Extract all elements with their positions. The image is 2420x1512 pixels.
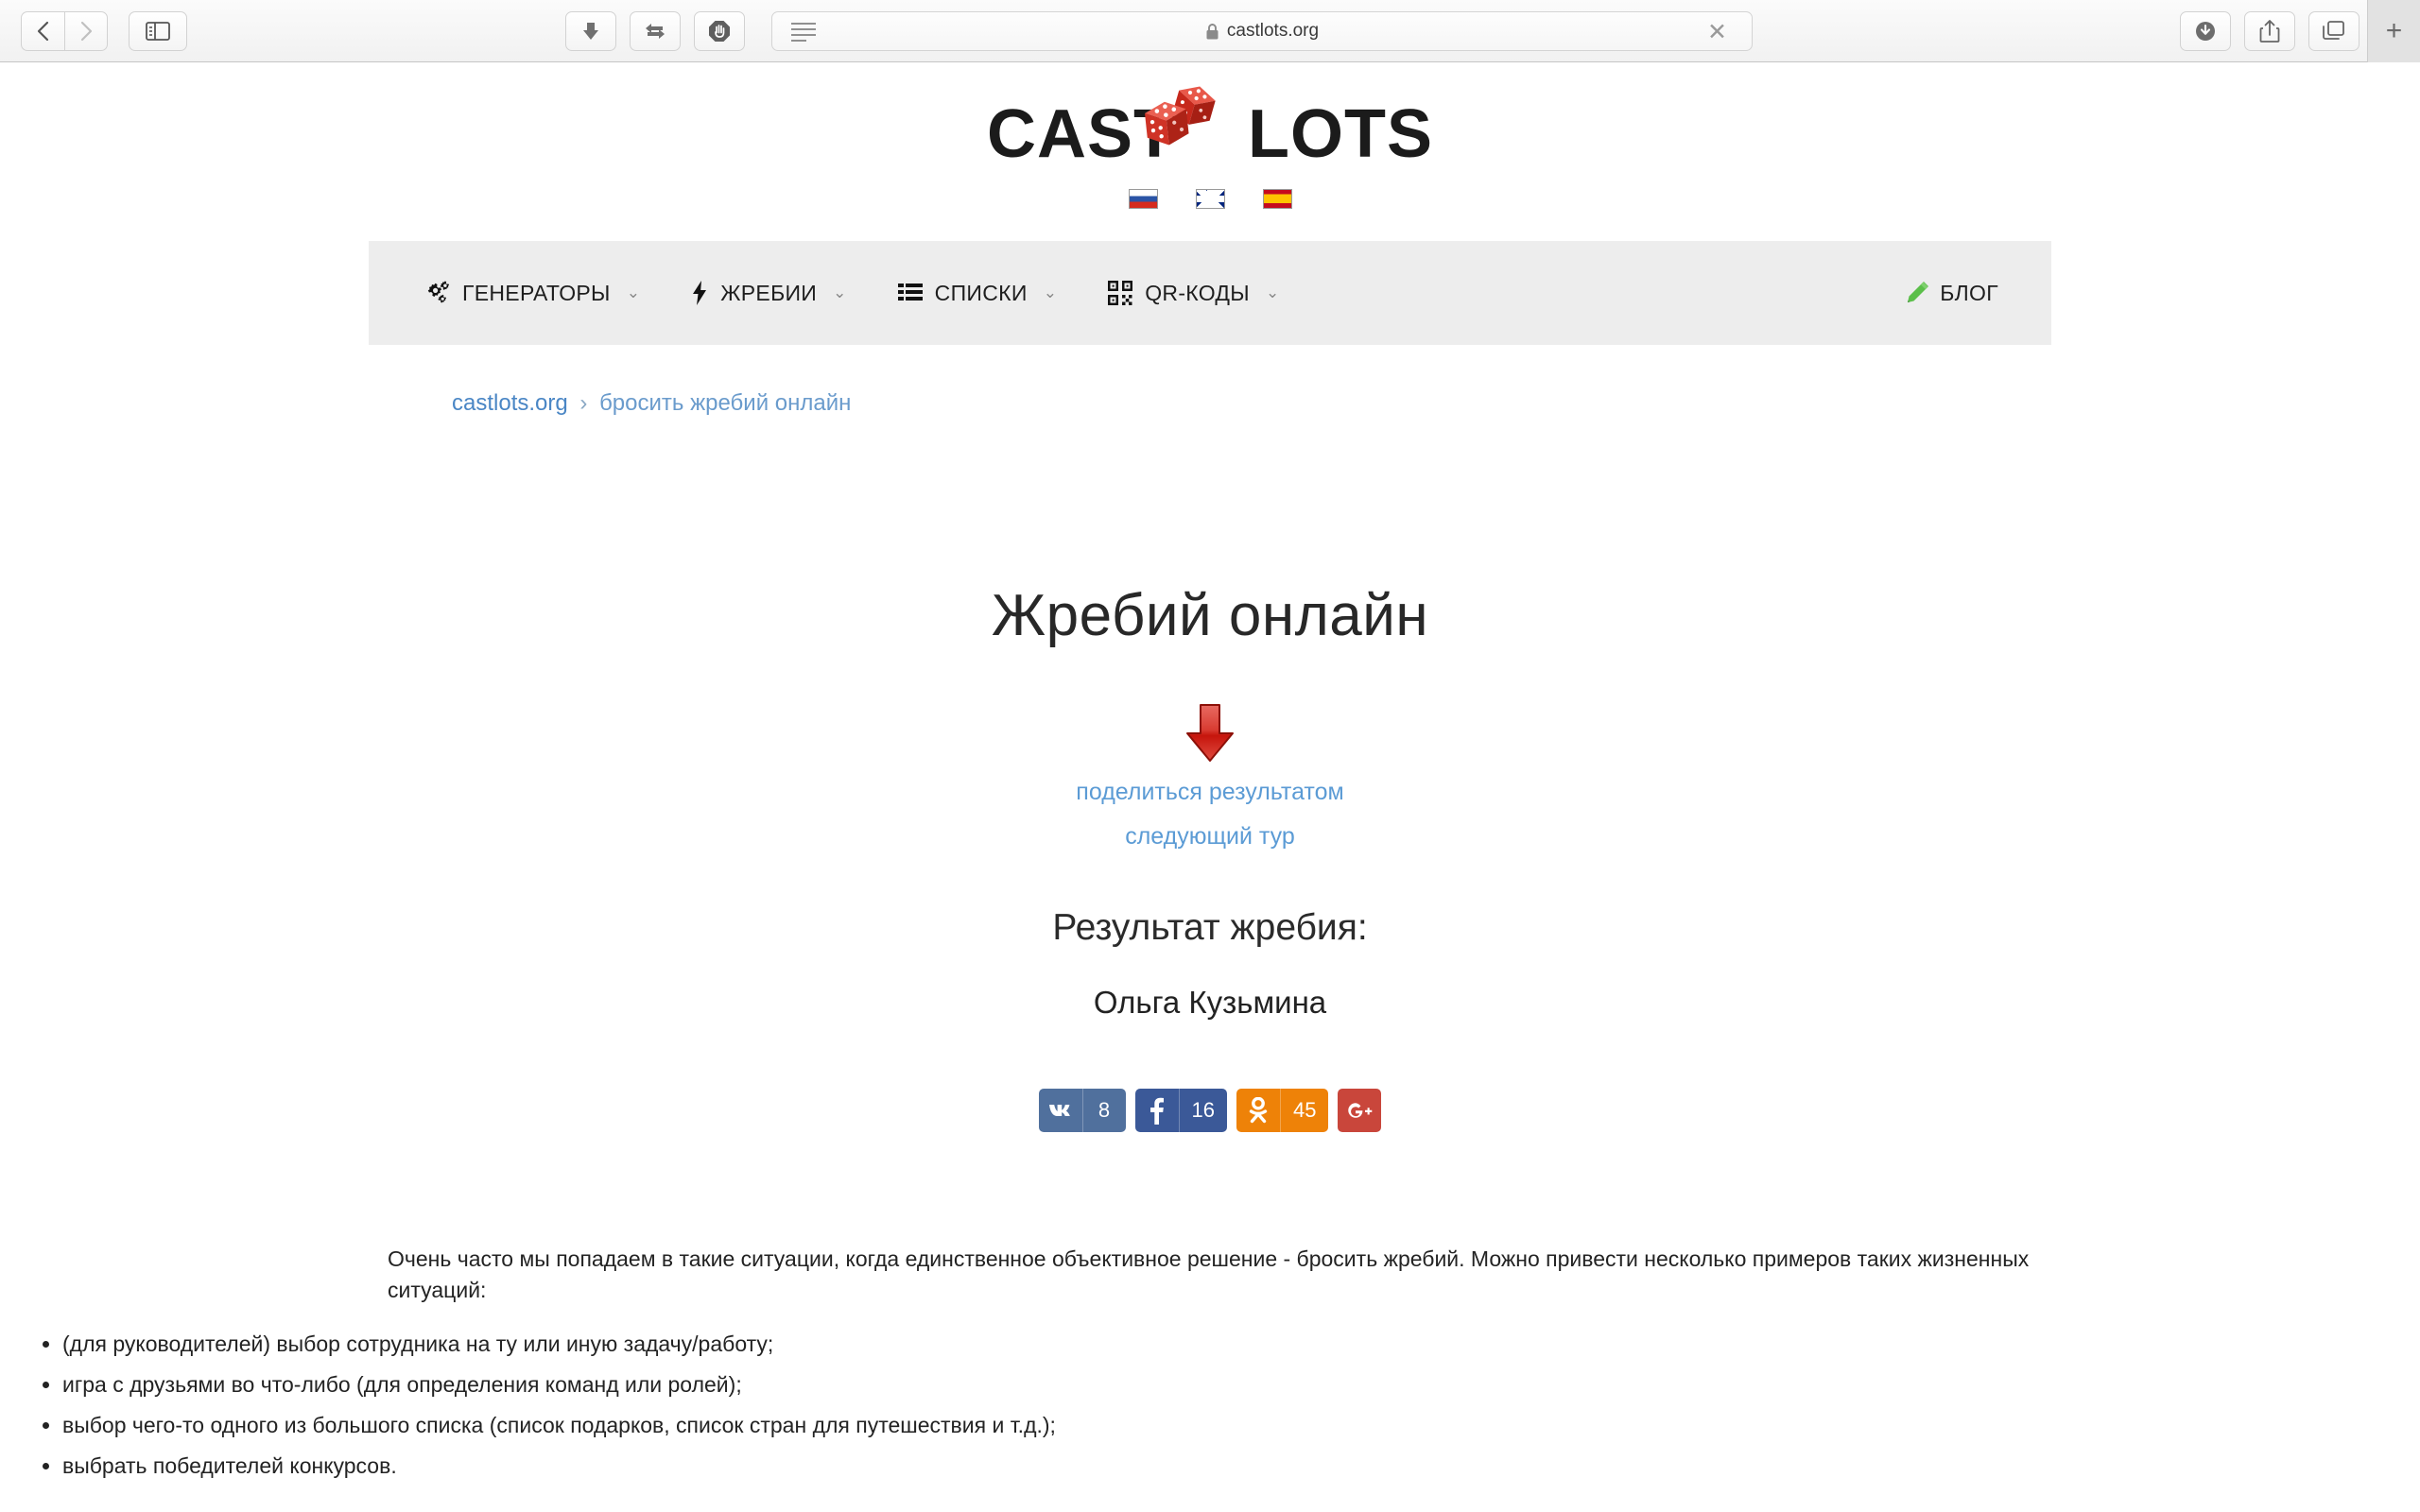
- clear-x-icon[interactable]: ✕: [1707, 21, 1727, 44]
- nav-item-qr-codes[interactable]: QR-КОДЫ ⌄: [1108, 281, 1279, 306]
- nav-item-lists[interactable]: СПИСКИ ⌄: [897, 280, 1058, 306]
- nav-label-qr-codes: QR-КОДЫ: [1145, 280, 1250, 305]
- forward-button[interactable]: [64, 10, 108, 51]
- list-item: выбрать победителей конкурсов.: [62, 1453, 2420, 1479]
- share-count-odnoklassniki: 45: [1280, 1089, 1328, 1132]
- url-text: castlots.org: [1226, 21, 1320, 41]
- facebook-icon: [1135, 1089, 1179, 1132]
- nav-label-generators: ГЕНЕРАТОРЫ: [462, 280, 611, 305]
- result-arrow: [0, 702, 2420, 769]
- uk-flag[interactable]: [1195, 189, 1225, 209]
- chevron-down-icon: ⌄: [626, 284, 641, 301]
- breadcrumb-home[interactable]: castlots.org: [452, 390, 568, 416]
- center-toolbar-group: castlots.org ✕: [565, 11, 1753, 51]
- result-value: Ольга Кузьмина: [1093, 985, 1327, 1020]
- right-toolbar-group: [2180, 11, 2360, 51]
- adblock-button[interactable]: [694, 11, 745, 51]
- red-dice-icon: [1145, 86, 1216, 146]
- spanish-flag[interactable]: [1262, 189, 1292, 209]
- main-navigation: ГЕНЕРАТОРЫ ⌄ ЖРЕБИИ ⌄ СПИСКИ ⌄ QR-КОДЫ ⌄…: [369, 241, 2051, 345]
- logo-text-right: LOTS: [1248, 96, 1433, 172]
- tab-overview-button[interactable]: [2308, 11, 2360, 51]
- page-title: Жребий онлайн: [991, 583, 1429, 648]
- lock-icon: [1206, 23, 1219, 39]
- odnoklassniki-icon: [1236, 1089, 1280, 1132]
- list-item: выбор чего-то одного из большого списка …: [62, 1413, 2420, 1438]
- chevron-right-icon: [80, 21, 93, 41]
- browser-toolbar: castlots.org ✕ +: [0, 0, 2420, 62]
- transfer-button[interactable]: [630, 11, 681, 51]
- breadcrumb-separator: ›: [579, 390, 588, 416]
- bolt-icon: [691, 280, 708, 306]
- pencil-icon: [1905, 281, 1929, 305]
- new-tab-button[interactable]: +: [2367, 0, 2420, 62]
- sidebar-toggle-icon: [146, 21, 170, 41]
- result-label: Результат жребия:: [1052, 907, 1368, 948]
- downloads-icon: [2196, 22, 2215, 41]
- language-switcher: [0, 189, 2420, 209]
- nav-item-generators[interactable]: ГЕНЕРАТОРЫ ⌄: [422, 281, 640, 306]
- next-round-link[interactable]: следующий тур: [0, 823, 2420, 850]
- nav-label-lists: СПИСКИ: [934, 280, 1028, 305]
- google-plus-icon: [1338, 1089, 1381, 1132]
- tab-overview-icon: [2323, 21, 2344, 40]
- nav-label-draws: ЖРЕБИИ: [720, 280, 818, 305]
- downloads-button[interactable]: [2180, 11, 2231, 51]
- nav-buttons-group: [21, 10, 108, 51]
- page-body: CAST LOTS ГЕНЕРАТОРЫ ⌄ ЖРЕБИИ ⌄ СПИСКИ ⌄…: [0, 86, 2420, 1479]
- address-bar[interactable]: castlots.org ✕: [771, 11, 1753, 51]
- list-icon: [897, 282, 923, 304]
- list-item: (для руководителей) выбор сотрудника на …: [62, 1332, 2420, 1357]
- share-button-odnoklassniki[interactable]: 45: [1236, 1089, 1329, 1132]
- download-arrow-button[interactable]: [565, 11, 616, 51]
- russian-flag[interactable]: [1128, 189, 1158, 209]
- chevron-down-icon: ⌄: [833, 284, 847, 301]
- red-down-arrow-icon: [1186, 704, 1234, 762]
- article-bullet-list: (для руководителей) выбор сотрудника на …: [0, 1332, 2420, 1479]
- share-count-facebook: 16: [1178, 1089, 1227, 1132]
- adblock-stop-hand-icon: [709, 21, 730, 42]
- share-icon: [2259, 20, 2280, 43]
- breadcrumb-current: бросить жребий онлайн: [599, 390, 852, 416]
- nav-item-draws[interactable]: ЖРЕБИИ ⌄: [691, 280, 846, 306]
- share-button-googleplus[interactable]: [1338, 1089, 1382, 1132]
- breadcrumb: castlots.org › бросить жребий онлайн: [452, 390, 2420, 417]
- qr-code-icon: [1108, 281, 1133, 305]
- share-count-vk: 8: [1081, 1089, 1126, 1132]
- share-button-vk[interactable]: 8: [1038, 1089, 1126, 1132]
- chevron-left-icon: [37, 21, 48, 41]
- chevron-down-icon: ⌄: [1265, 284, 1280, 301]
- list-item: игра с друзьями во что-либо (для определ…: [62, 1372, 2420, 1398]
- sidebar-toggle-button[interactable]: [129, 10, 187, 51]
- address-bar-content: castlots.org: [1205, 21, 1319, 42]
- back-button[interactable]: [21, 10, 64, 51]
- transfer-arrows-icon: [646, 24, 665, 39]
- share-button[interactable]: [2244, 11, 2295, 51]
- social-share-bar: 8 16 45: [0, 1089, 2420, 1132]
- share-button-facebook[interactable]: 16: [1134, 1089, 1227, 1132]
- article-intro: Очень часто мы попадаем в такие ситуации…: [388, 1246, 2030, 1303]
- nav-item-blog[interactable]: БЛОГ: [1905, 281, 1998, 306]
- share-result-link[interactable]: поделиться результатом: [0, 779, 2420, 806]
- site-logo[interactable]: CAST LOTS: [0, 86, 2420, 172]
- nav-label-blog: БЛОГ: [1940, 280, 1998, 305]
- chevron-down-icon: ⌄: [1043, 284, 1058, 301]
- gears-icon: [422, 281, 450, 305]
- download-arrow-icon: [583, 23, 598, 40]
- vk-icon: [1039, 1089, 1082, 1132]
- reader-mode-button[interactable]: [791, 23, 816, 42]
